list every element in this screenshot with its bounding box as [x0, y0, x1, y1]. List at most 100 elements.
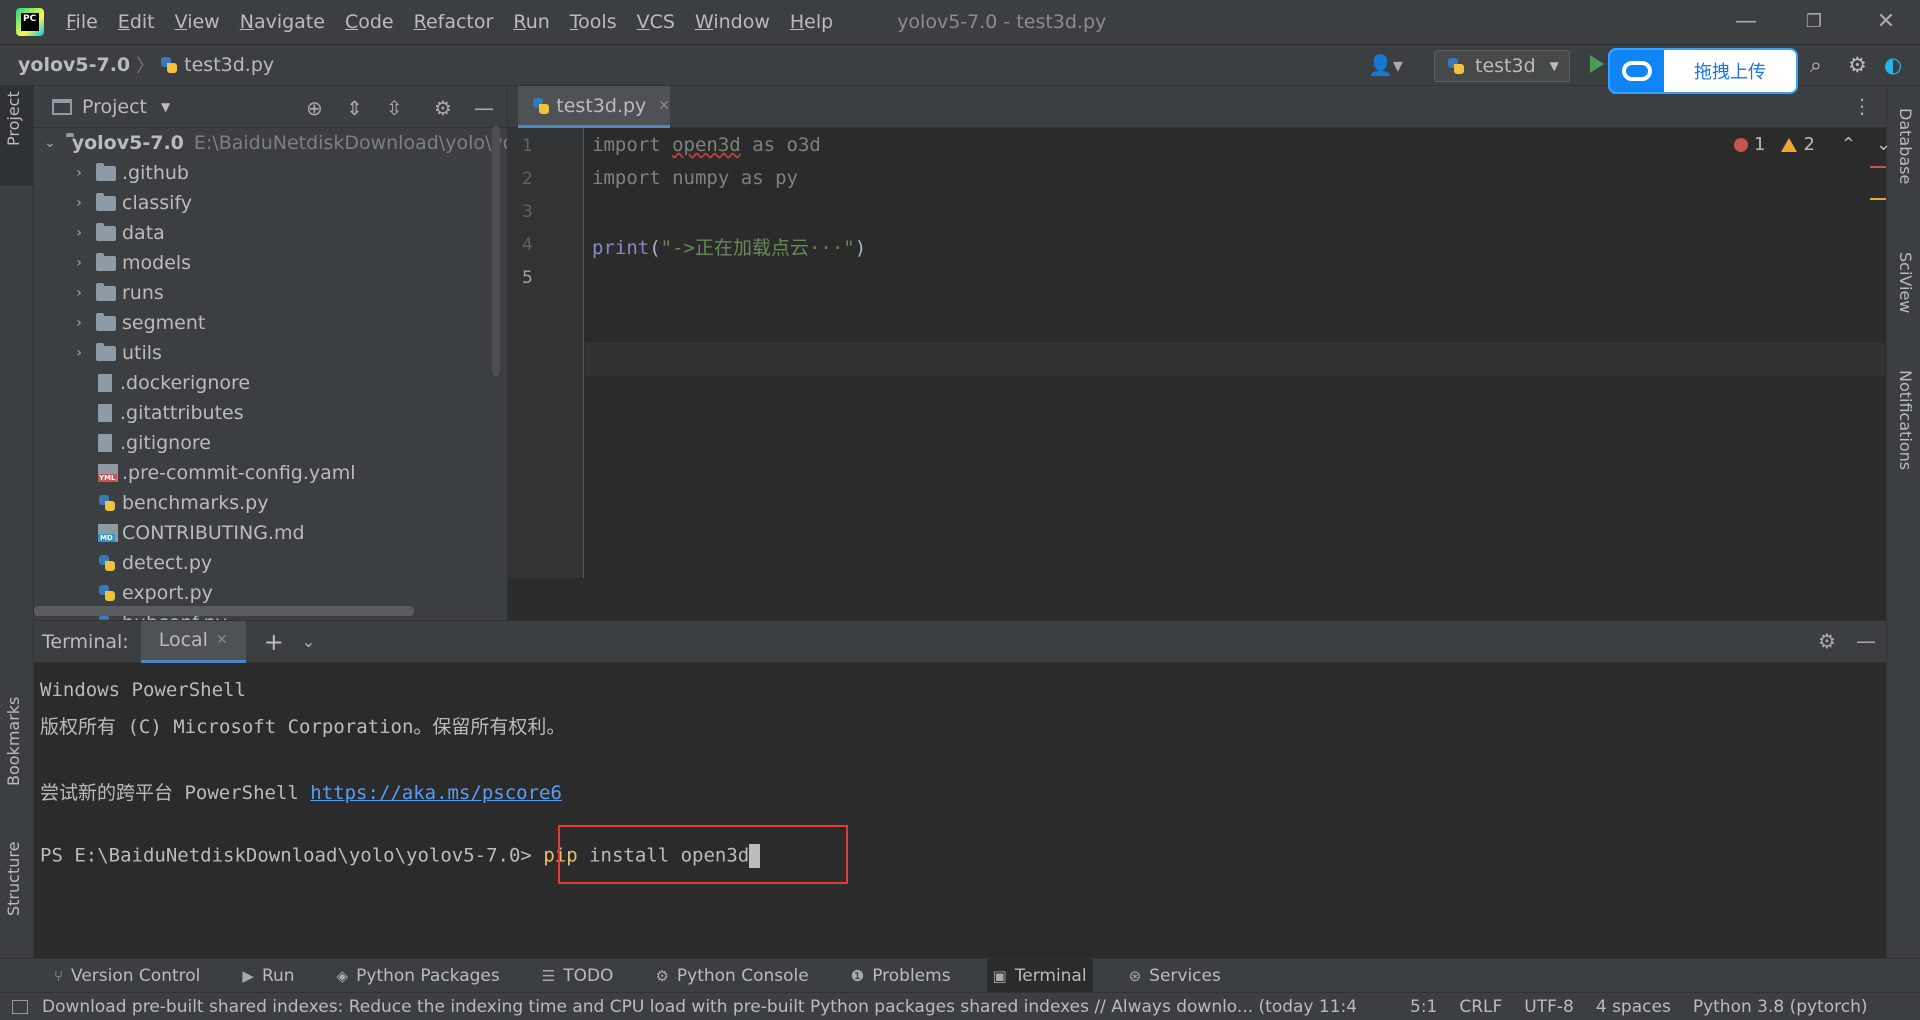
toggle-tool-windows-icon[interactable]	[12, 999, 28, 1014]
menu-tools[interactable]: Tools	[570, 11, 617, 33]
tool-window-python-console[interactable]: ⚙ Python Console	[649, 959, 814, 993]
hide-terminal-icon[interactable]: —	[1856, 629, 1876, 653]
menu-view[interactable]: View	[175, 11, 220, 33]
code-alias: o3d	[786, 134, 821, 156]
tool-tab-structure[interactable]: Structure	[4, 842, 23, 916]
menu-code[interactable]: Code	[345, 11, 394, 33]
tree-item-runs[interactable]: › runs	[34, 278, 507, 308]
tree-horizontal-scrollbar[interactable]	[34, 606, 414, 616]
expand-all-icon[interactable]: ⇕	[346, 96, 363, 120]
tool-window-version-control[interactable]: ⑂ Version Control	[48, 959, 206, 993]
user-account-icon[interactable]: 👤▾	[1368, 53, 1403, 77]
editor-tab-test3d[interactable]: test3d.py ✕	[518, 86, 670, 128]
chevron-expanded-icon[interactable]: ⌄	[44, 135, 56, 151]
error-stripe-mark[interactable]	[1870, 166, 1886, 168]
warning-stripe-mark[interactable]	[1870, 198, 1886, 200]
restore-button[interactable]: ❐	[1794, 8, 1834, 36]
close-tab-icon[interactable]: ✕	[658, 98, 670, 114]
collapse-all-icon[interactable]: ⇳	[386, 96, 403, 120]
tree-vertical-scrollbar[interactable]	[492, 126, 500, 376]
chevron-right-icon[interactable]: ›	[72, 225, 86, 241]
inspection-summary[interactable]: 1 2 ⌃ ⌄	[1734, 134, 1891, 155]
menu-navigate[interactable]: Navigate	[240, 11, 325, 33]
close-tab-icon[interactable]: ✕	[216, 632, 228, 648]
tool-window-python-packages[interactable]: ◈ Python Packages	[331, 959, 506, 993]
folder-icon	[96, 192, 116, 211]
tree-item-gitattributes[interactable]: .gitattributes	[34, 398, 507, 428]
close-window-button[interactable]: ✕	[1866, 8, 1906, 36]
tool-tab-database[interactable]: Database	[1896, 108, 1915, 184]
chevron-down-icon[interactable]: ⌄	[302, 632, 315, 651]
tree-item-models[interactable]: › models	[34, 248, 507, 278]
chevron-right-icon[interactable]: ›	[72, 165, 86, 181]
code-line-4[interactable]: print("->正在加载点云···")	[592, 233, 866, 260]
tool-tab-bookmarks[interactable]: Bookmarks	[4, 697, 23, 786]
settings-gear-icon[interactable]: ⚙	[1848, 53, 1867, 77]
tool-window-terminal[interactable]: ▣ Terminal	[986, 958, 1093, 993]
menu-run[interactable]: Run	[513, 11, 549, 33]
run-configuration-select[interactable]: test3d ▼	[1434, 50, 1570, 82]
menu-window[interactable]: Window	[695, 11, 770, 33]
tree-item-classify[interactable]: › classify	[34, 188, 507, 218]
tree-item-gitignore[interactable]: .gitignore	[34, 428, 507, 458]
run-icon[interactable]	[1590, 55, 1604, 73]
chevron-up-icon[interactable]: ⌃	[1841, 134, 1856, 155]
jetbrains-toolbox-icon[interactable]: ◐	[1884, 53, 1902, 77]
caret-position[interactable]: 5:1	[1410, 997, 1437, 1017]
tree-item-export[interactable]: export.py	[34, 578, 507, 608]
file-encoding[interactable]: UTF-8	[1524, 997, 1574, 1017]
tool-window-run[interactable]: ▶ Run	[236, 959, 300, 993]
menu-help[interactable]: Help	[790, 11, 833, 33]
menu-vcs[interactable]: VCS	[637, 11, 675, 33]
code-line-1[interactable]: import open3d as o3d	[592, 134, 821, 156]
search-icon[interactable]: ⌕	[1810, 53, 1822, 78]
powershell-link[interactable]: https://aka.ms/pscore6	[310, 782, 562, 804]
tree-item-pre-commit-config[interactable]: .pre-commit-config.yaml	[34, 458, 507, 488]
tool-tab-notifications[interactable]: Notifications	[1896, 370, 1915, 470]
tool-window-todo[interactable]: ☰ TODO	[536, 959, 620, 993]
tree-item-dockerignore[interactable]: .dockerignore	[34, 368, 507, 398]
tree-item-data[interactable]: › data	[34, 218, 507, 248]
locate-file-icon[interactable]: ⊕	[306, 96, 323, 120]
tree-item-github[interactable]: › .github	[34, 158, 507, 188]
menu-edit[interactable]: Edit	[118, 11, 155, 33]
status-message[interactable]: Download pre-built shared indexes: Reduc…	[42, 997, 1388, 1017]
tool-tab-sciview[interactable]: SciView	[1896, 252, 1915, 313]
tool-window-services[interactable]: ⊛ Services	[1123, 959, 1227, 993]
line-number: 1	[522, 136, 533, 156]
baidu-upload-widget[interactable]: 拖拽上传	[1608, 48, 1798, 94]
chevron-right-icon[interactable]: ›	[72, 195, 86, 211]
menu-refactor[interactable]: Refactor	[414, 11, 494, 33]
tree-root[interactable]: ⌄ yolov5-7.0 E:\BaiduNetdiskDownload\yol…	[34, 128, 507, 158]
chevron-down-icon[interactable]: ⌄	[1876, 134, 1891, 155]
terminal-tab-local[interactable]: Local ✕	[140, 620, 246, 663]
tree-item-segment[interactable]: › segment	[34, 308, 507, 338]
tool-window-problems[interactable]: ❶ Problems	[845, 959, 957, 993]
hide-panel-icon[interactable]: —	[474, 96, 494, 120]
line-separator[interactable]: CRLF	[1459, 997, 1502, 1017]
menu-file[interactable]: File	[66, 11, 98, 33]
indent-setting[interactable]: 4 spaces	[1596, 997, 1671, 1017]
panel-settings-gear-icon[interactable]: ⚙	[434, 96, 452, 120]
tree-item-utils[interactable]: › utils	[34, 338, 507, 368]
chevron-right-icon[interactable]: ›	[72, 285, 86, 301]
chevron-down-icon[interactable]: ▼	[161, 100, 170, 114]
tree-item-detect[interactable]: detect.py	[34, 548, 507, 578]
more-options-icon[interactable]: ⋮	[1852, 94, 1872, 118]
new-terminal-plus-icon[interactable]: +	[264, 628, 284, 656]
chevron-right-icon[interactable]: ›	[72, 315, 86, 331]
code-line-2[interactable]: import numpy as py	[592, 167, 798, 189]
minimize-button[interactable]: —	[1726, 8, 1766, 36]
folder-icon	[96, 222, 116, 241]
tool-tab-project[interactable]: Project	[4, 91, 23, 146]
tree-item-benchmarks[interactable]: benchmarks.py	[34, 488, 507, 518]
chevron-right-icon[interactable]: ›	[72, 345, 86, 361]
chevron-right-icon[interactable]: ›	[72, 255, 86, 271]
terminal-settings-gear-icon[interactable]: ⚙	[1818, 629, 1836, 653]
project-panel-title[interactable]: Project	[82, 96, 147, 118]
breadcrumb-file[interactable]: test3d.py	[184, 54, 274, 76]
python-interpreter[interactable]: Python 3.8 (pytorch)	[1693, 997, 1868, 1017]
tool-window-label: Python Console	[676, 965, 809, 986]
breadcrumb-project[interactable]: yolov5-7.0	[18, 54, 130, 76]
tree-item-contributing[interactable]: CONTRIBUTING.md	[34, 518, 507, 548]
